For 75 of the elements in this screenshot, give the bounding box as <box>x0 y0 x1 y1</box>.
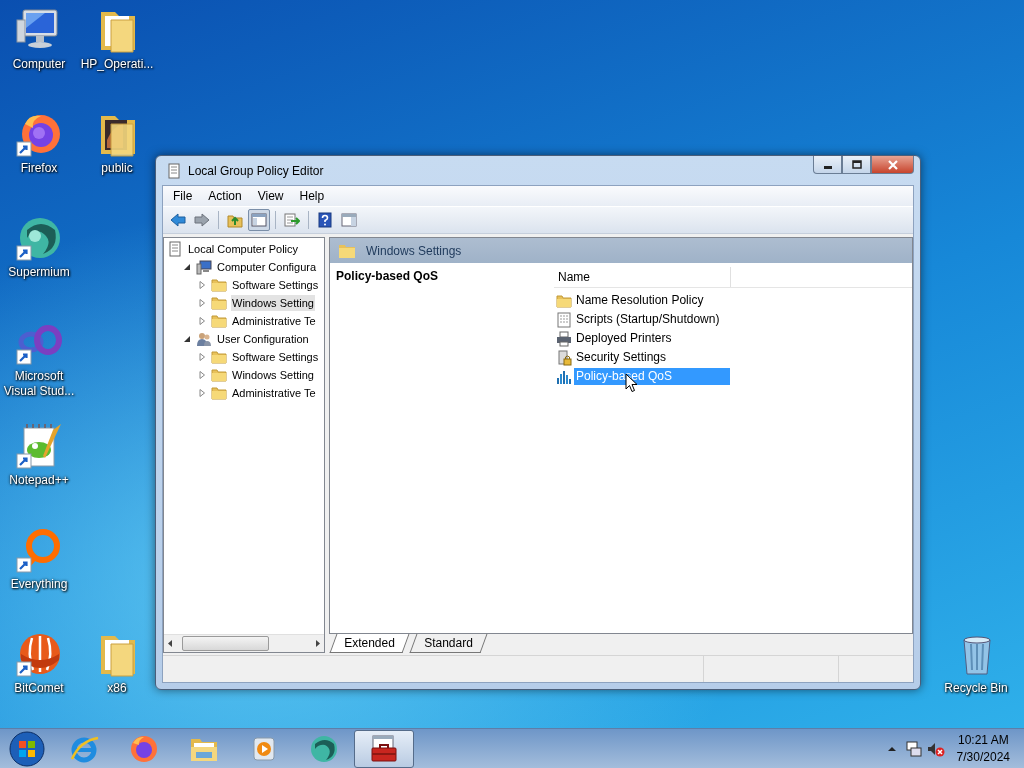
tree-item[interactable]: User Configuration <box>216 331 310 347</box>
minimize-button[interactable] <box>813 156 842 174</box>
folder-icon <box>338 242 356 259</box>
list-item[interactable]: Security Settings <box>574 349 730 366</box>
icon-label[interactable]: public <box>101 161 133 176</box>
scroll-thumb[interactable] <box>182 636 269 651</box>
expand-arrow-icon[interactable] <box>197 280 207 290</box>
icon-label[interactable]: Computer <box>12 57 66 72</box>
folder-icon <box>211 295 227 311</box>
app-icon <box>308 733 340 765</box>
tree-item[interactable]: Administrative Te <box>231 385 317 401</box>
collapse-arrow-icon[interactable] <box>182 334 192 344</box>
pane-title: Windows Settings <box>366 243 462 258</box>
menu-item[interactable]: Help <box>291 186 333 206</box>
close-icon <box>886 159 899 170</box>
tree-item[interactable]: Software Settings <box>231 277 320 293</box>
forward-arrow-icon[interactable] <box>194 212 210 228</box>
menu-item[interactable]: Action <box>200 186 250 206</box>
folder-icon <box>211 277 227 293</box>
toolbox-icon <box>368 733 400 765</box>
tree-item[interactable]: Administrative Te <box>231 313 317 329</box>
security-icon <box>556 349 572 366</box>
printer-icon <box>556 330 572 347</box>
icon-label[interactable]: Supermium <box>8 265 70 280</box>
script-icon <box>556 311 572 328</box>
folder-up-icon[interactable] <box>227 212 243 228</box>
tree-item[interactable]: Software Settings <box>231 349 320 365</box>
folder-icon <box>211 385 227 401</box>
expand-arrow-icon[interactable] <box>197 298 207 308</box>
menu-item[interactable]: File <box>165 186 201 206</box>
view-tab[interactable]: Standard <box>409 634 487 653</box>
computer-icon <box>196 259 212 275</box>
taskbar-button[interactable] <box>354 730 414 768</box>
expand-arrow-icon[interactable] <box>197 352 207 362</box>
clock[interactable]: 10:21 AM 7/30/2024 <box>956 732 1010 766</box>
maximize-button[interactable] <box>842 156 871 174</box>
window-title: Local Group Policy Editor <box>188 163 325 178</box>
bar-chart-icon <box>556 368 572 385</box>
list-item[interactable]: Deployed Printers <box>574 330 730 347</box>
document-icon <box>167 241 183 257</box>
menu-item[interactable]: View <box>249 186 292 206</box>
app-icon <box>166 162 182 179</box>
maximize-icon <box>850 159 863 170</box>
folder-icon <box>211 349 227 365</box>
tree-item[interactable]: Windows Setting <box>231 367 315 383</box>
minimize-icon <box>823 165 832 169</box>
app-icon <box>128 733 160 765</box>
action-pane-icon[interactable] <box>341 212 357 228</box>
expand-arrow-icon[interactable] <box>197 316 207 326</box>
export-list-icon[interactable] <box>284 212 300 228</box>
expand-arrow-icon[interactable] <box>197 388 207 398</box>
users-icon <box>196 331 212 347</box>
column-header[interactable]: Name <box>554 267 731 287</box>
description-title: Policy-based QoS <box>336 269 440 283</box>
horizontal-scrollbar[interactable] <box>164 634 324 652</box>
list-item[interactable]: Scripts (Startup/Shutdown) <box>574 311 730 328</box>
close-button[interactable] <box>871 156 914 174</box>
help-icon[interactable] <box>317 212 333 228</box>
folder-icon <box>211 367 227 383</box>
notepad-icon[interactable] <box>15 422 63 470</box>
icon-label[interactable]: HP_Operati... <box>80 57 154 72</box>
expand-arrow-icon[interactable] <box>197 370 207 380</box>
view-tab[interactable]: Extended <box>329 634 410 653</box>
tree-item[interactable]: Computer Configura <box>216 259 318 275</box>
folder-icon <box>211 313 227 329</box>
tree-item[interactable]: Local Computer Policy <box>187 241 300 257</box>
folder-icon <box>556 292 572 309</box>
icon-label[interactable]: Firefox <box>20 161 58 176</box>
collapse-arrow-icon[interactable] <box>182 262 192 272</box>
tree-item[interactable]: Windows Setting <box>231 295 315 311</box>
icon-label[interactable]: Microsoft Visual Stud... <box>0 369 78 399</box>
list-item[interactable]: Name Resolution Policy <box>574 292 730 309</box>
start-orb-icon[interactable] <box>9 731 45 767</box>
back-arrow-icon[interactable] <box>170 212 186 228</box>
ring-icon[interactable] <box>15 526 63 574</box>
